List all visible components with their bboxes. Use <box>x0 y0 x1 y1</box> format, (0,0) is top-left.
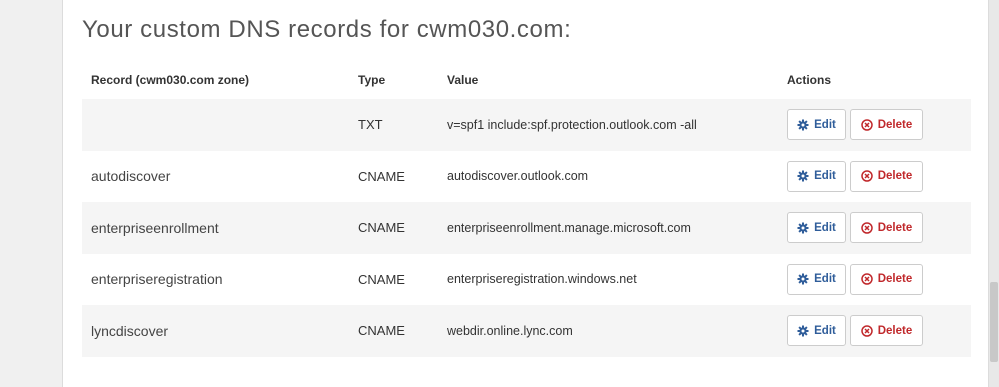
dns-records-table: Record (cwm030.com zone) Type Value Acti… <box>82 61 971 357</box>
record-type: CNAME <box>358 168 405 184</box>
delete-label: Delete <box>877 118 913 131</box>
record-name: lyncdiscover <box>91 322 169 339</box>
table-row: enterpriseregistration CNAME enterpriser… <box>82 254 971 306</box>
delete-label: Delete <box>877 324 913 337</box>
circle-x-icon <box>860 170 873 182</box>
record-value: autodiscover.outlook.com <box>447 169 589 184</box>
gear-icon <box>797 170 809 182</box>
delete-button[interactable]: Delete <box>850 160 923 192</box>
table-row: TXT v=spf1 include:spf.protection.outloo… <box>82 99 971 151</box>
gear-icon <box>797 273 809 285</box>
record-type: CNAME <box>358 220 405 236</box>
column-header-value: Value <box>447 73 479 87</box>
delete-button[interactable]: Delete <box>850 212 923 244</box>
circle-x-icon <box>860 119 873 131</box>
gear-icon <box>797 222 809 234</box>
edit-button[interactable]: Edit <box>787 212 846 244</box>
delete-button[interactable]: Delete <box>850 263 923 295</box>
record-name: enterpriseregistration <box>91 271 223 288</box>
record-value: v=spf1 include:spf.protection.outlook.co… <box>447 117 697 132</box>
circle-x-icon <box>860 222 873 234</box>
table-header: Record (cwm030.com zone) Type Value Acti… <box>82 61 971 99</box>
circle-x-icon <box>860 325 873 337</box>
page-title: Your custom DNS records for cwm030.com: <box>82 16 572 43</box>
column-header-actions: Actions <box>787 73 832 87</box>
table-row: autodiscover CNAME autodiscover.outlook.… <box>82 151 971 203</box>
table-row: lyncdiscover CNAME webdir.online.lync.co… <box>82 305 971 357</box>
edit-label: Edit <box>814 170 836 183</box>
scrollbar-thumb[interactable] <box>990 282 998 362</box>
record-name: autodiscover <box>91 168 171 185</box>
record-value: enterpriseenrollment.manage.microsoft.co… <box>447 220 691 235</box>
row-actions: Edit Delete <box>777 263 971 295</box>
row-actions: Edit Delete <box>777 212 971 244</box>
record-type: TXT <box>358 117 383 133</box>
scrollbar[interactable] <box>989 0 999 387</box>
record-name: enterpriseenrollment <box>91 219 219 236</box>
column-header-type: Type <box>358 73 386 87</box>
record-type: CNAME <box>358 323 405 339</box>
record-value: webdir.online.lync.com <box>447 323 573 338</box>
edit-label: Edit <box>814 273 836 286</box>
delete-button[interactable]: Delete <box>850 315 923 347</box>
circle-x-icon <box>860 273 873 285</box>
gear-icon <box>797 119 809 131</box>
row-actions: Edit Delete <box>777 160 971 192</box>
row-actions: Edit Delete <box>777 109 971 141</box>
gear-icon <box>797 325 809 337</box>
record-value: enterpriseregistration.windows.net <box>447 272 637 287</box>
column-header-record: Record (cwm030.com zone) <box>91 73 250 87</box>
delete-button[interactable]: Delete <box>850 109 923 141</box>
delete-label: Delete <box>877 273 913 286</box>
delete-label: Delete <box>877 170 913 183</box>
row-actions: Edit Delete <box>777 315 971 347</box>
edit-button[interactable]: Edit <box>787 315 846 347</box>
table-row: enterpriseenrollment CNAME enterpriseenr… <box>82 202 971 254</box>
edit-button[interactable]: Edit <box>787 160 846 192</box>
record-type: CNAME <box>358 271 405 287</box>
edit-label: Edit <box>814 118 836 131</box>
edit-label: Edit <box>814 324 836 337</box>
edit-label: Edit <box>814 221 836 234</box>
delete-label: Delete <box>877 221 913 234</box>
edit-button[interactable]: Edit <box>787 109 846 141</box>
edit-button[interactable]: Edit <box>787 263 846 295</box>
